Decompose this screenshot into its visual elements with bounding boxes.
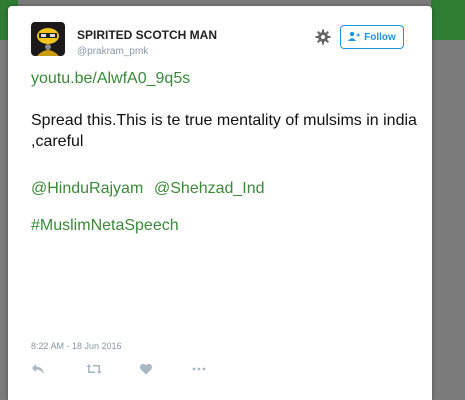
mention-link[interactable]: @HinduRajyam <box>31 180 143 198</box>
follow-label: Follow <box>364 31 396 43</box>
video-link[interactable]: youtu.be/AlwfA0_9q5s <box>31 70 190 88</box>
timestamp[interactable]: 8:22 AM - 18 Jun 2016 <box>31 341 122 351</box>
retweet-icon[interactable] <box>86 362 102 376</box>
header-bar-right <box>431 0 465 40</box>
avatar[interactable] <box>31 22 65 56</box>
tweet-text: Spread this.This is te true mentality of… <box>31 112 417 150</box>
hashtag-link[interactable]: #MuslimNetaSpeech <box>31 217 179 235</box>
more-icon[interactable] <box>191 362 207 376</box>
reply-icon[interactable] <box>31 362 47 376</box>
gear-icon[interactable] <box>314 28 332 46</box>
heart-icon[interactable] <box>139 362 155 376</box>
add-user-icon <box>348 31 361 44</box>
user-handle[interactable]: @prakram_pmk <box>77 46 148 57</box>
tweet-card: SPIRITED SCOTCH MAN @prakram_pmk Follow … <box>8 6 432 400</box>
mention-link[interactable]: @Shehzad_Ind <box>154 180 265 198</box>
display-name[interactable]: SPIRITED SCOTCH MAN <box>77 28 217 42</box>
follow-button[interactable]: Follow <box>340 25 404 49</box>
